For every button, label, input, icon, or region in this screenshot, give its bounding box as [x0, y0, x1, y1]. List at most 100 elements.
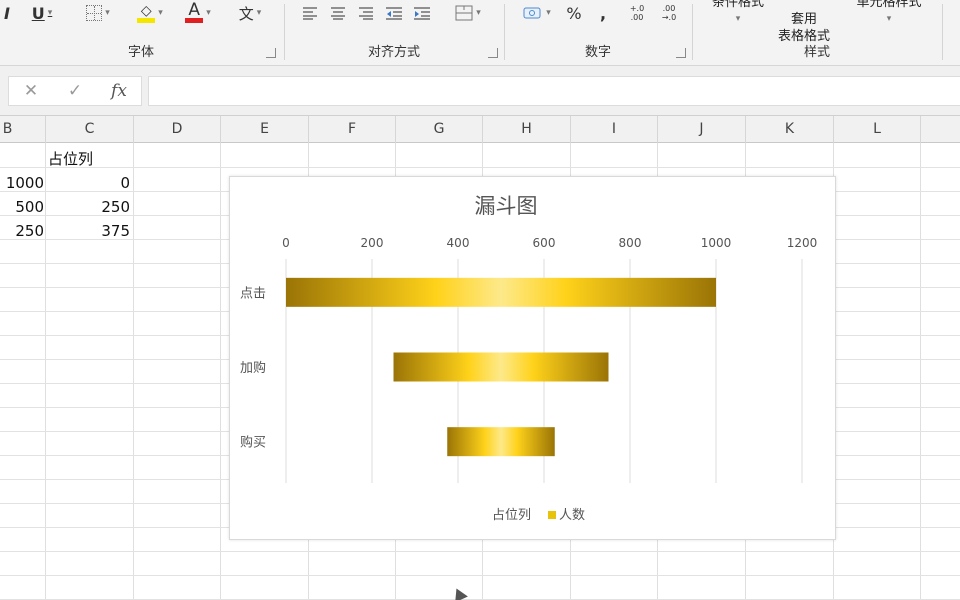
decrease-decimal-label: .00 →.0 [661, 4, 677, 22]
chevron-down-icon: ▾ [256, 8, 262, 18]
column-header-j[interactable]: J [658, 116, 746, 143]
borders-button[interactable]: ▾ [76, 2, 120, 24]
column-header-d[interactable]: D [134, 116, 221, 143]
decrease-decimal-button[interactable]: .00 →.0 [656, 2, 682, 24]
legend-placeholder-label: 占位列 [492, 508, 531, 523]
ribbon-divider [692, 4, 693, 60]
confirm-icon[interactable]: ✓ [53, 81, 97, 101]
column-header-m[interactable]: M [921, 116, 960, 143]
category-label: 点击 [240, 286, 266, 301]
column-header-k[interactable]: K [746, 116, 834, 143]
currency-icon [523, 7, 541, 19]
font-color-button[interactable]: A ▾ [176, 2, 220, 24]
font-group: I U ▾ ▾ ◇ ▾ A ▾ 文 ▾ 字体 [0, 0, 282, 66]
decrease-indent-icon[interactable] [382, 2, 406, 24]
styles-group: 条件格式 ▾ 套用 表格格式 单元格样式 ▾ 样式 [694, 0, 940, 66]
align-right-icon[interactable] [354, 2, 378, 24]
chart-svg: 漏斗图 0 200 400 600 800 1000 1200 点击加购购买 占位列 人数 [240, 194, 818, 523]
column-headers: BCDEFGHIJKLM [0, 116, 960, 143]
column-header-c[interactable]: C [46, 116, 134, 143]
align-left-icon[interactable] [298, 2, 322, 24]
cancel-icon[interactable]: ✕ [9, 81, 53, 101]
legend-swatch [548, 511, 556, 519]
chart-legend: 占位列 人数 [492, 508, 585, 523]
column-header-g[interactable]: G [396, 116, 483, 143]
increase-decimal-label: +.0 .00 [629, 4, 645, 22]
cell-styles-label: 单元格样式 [856, 0, 922, 10]
percent-label: % [566, 3, 582, 23]
column-header-f[interactable]: F [309, 116, 396, 143]
font-color-icon: A [185, 0, 204, 23]
chevron-down-icon: ▾ [158, 8, 163, 18]
comma-style-button[interactable]: , [592, 2, 614, 24]
alignment-group: ▾ 对齐方式 [286, 0, 502, 66]
x-tick-label: 0 [282, 236, 290, 250]
ribbon: I U ▾ ▾ ◇ ▾ A ▾ 文 ▾ 字体 ▾ 对齐方式 ▾ % , +.0 … [0, 0, 960, 66]
x-tick-label: 600 [533, 236, 556, 250]
column-header-i[interactable]: I [571, 116, 658, 143]
align-center-icon[interactable] [326, 2, 350, 24]
font-dialog-launcher-icon[interactable] [266, 48, 276, 58]
x-tick-label: 200 [361, 236, 384, 250]
italic-button[interactable]: I [0, 2, 14, 24]
category-label: 购买 [240, 435, 266, 451]
funnel-bar[interactable] [447, 427, 555, 457]
number-dialog-launcher-icon[interactable] [676, 48, 686, 58]
ribbon-divider [504, 4, 505, 60]
formula-bar: ✕ ✓ fx [0, 66, 960, 116]
cell-styles-button[interactable]: 单元格样式 ▾ [844, 0, 934, 28]
chevron-down-icon: ▾ [47, 8, 53, 18]
grid-column-line [45, 143, 46, 600]
column-header-h[interactable]: H [483, 116, 571, 143]
formula-input[interactable] [148, 76, 960, 106]
grid-column-line [133, 143, 134, 600]
underline-button[interactable]: U ▾ [20, 2, 64, 24]
fill-bucket-icon: ◇ [137, 4, 156, 23]
chevron-down-icon: ▾ [476, 8, 481, 18]
increase-decimal-button[interactable]: +.0 .00 [624, 2, 650, 24]
number-group: ▾ % , +.0 .00 .00 →.0 数字 [506, 0, 690, 66]
insert-function-icon[interactable]: fx [97, 81, 141, 101]
number-group-label: 数字 [584, 45, 611, 60]
phonetic-button[interactable]: 文 ▾ [228, 2, 272, 24]
underline-label: U [31, 3, 45, 23]
legend-series-label: 人数 [559, 508, 585, 523]
column-header-b[interactable]: B [0, 116, 46, 143]
percent-button[interactable]: % [562, 2, 586, 24]
column-header-e[interactable]: E [221, 116, 309, 143]
grid-row-line [0, 167, 960, 168]
comma-label: , [599, 3, 607, 23]
x-tick-label: 1200 [787, 236, 818, 250]
formula-buttons: ✕ ✓ fx [8, 76, 142, 106]
ribbon-divider [284, 4, 285, 60]
chevron-down-icon: ▾ [206, 8, 211, 18]
x-tick-label: 1000 [701, 236, 732, 250]
merge-cells-icon [455, 5, 473, 21]
funnel-chart[interactable]: 漏斗图 0 200 400 600 800 1000 1200 点击加购购买 占位列 人数 [229, 176, 836, 540]
x-tick-label: 800 [619, 236, 642, 250]
chevron-down-icon: ▾ [105, 8, 110, 18]
chart-title: 漏斗图 [475, 194, 538, 218]
accounting-format-button[interactable]: ▾ [514, 2, 560, 24]
grid-row-line [0, 575, 960, 576]
borders-icon [86, 5, 103, 21]
increase-indent-icon[interactable] [410, 2, 434, 24]
x-tick-label: 400 [447, 236, 470, 250]
font-group-label: 字体 [127, 45, 154, 60]
grid-row-line [0, 551, 960, 552]
styles-group-label: 样式 [803, 45, 830, 60]
phonetic-label: 文 [238, 4, 254, 23]
ribbon-divider [942, 4, 943, 60]
chevron-down-icon: ▾ [886, 14, 892, 24]
column-header-l[interactable]: L [834, 116, 921, 143]
alignment-group-label: 对齐方式 [367, 45, 420, 60]
font-color-label: A [188, 0, 201, 20]
funnel-bar[interactable] [286, 277, 716, 307]
alignment-dialog-launcher-icon[interactable] [488, 48, 498, 58]
funnel-bar[interactable] [393, 352, 609, 382]
grid-column-line [220, 143, 221, 600]
fill-color-button[interactable]: ◇ ▾ [128, 2, 172, 24]
category-label: 加购 [240, 360, 266, 376]
merge-center-button[interactable]: ▾ [446, 2, 490, 24]
grid-column-line [920, 143, 921, 600]
